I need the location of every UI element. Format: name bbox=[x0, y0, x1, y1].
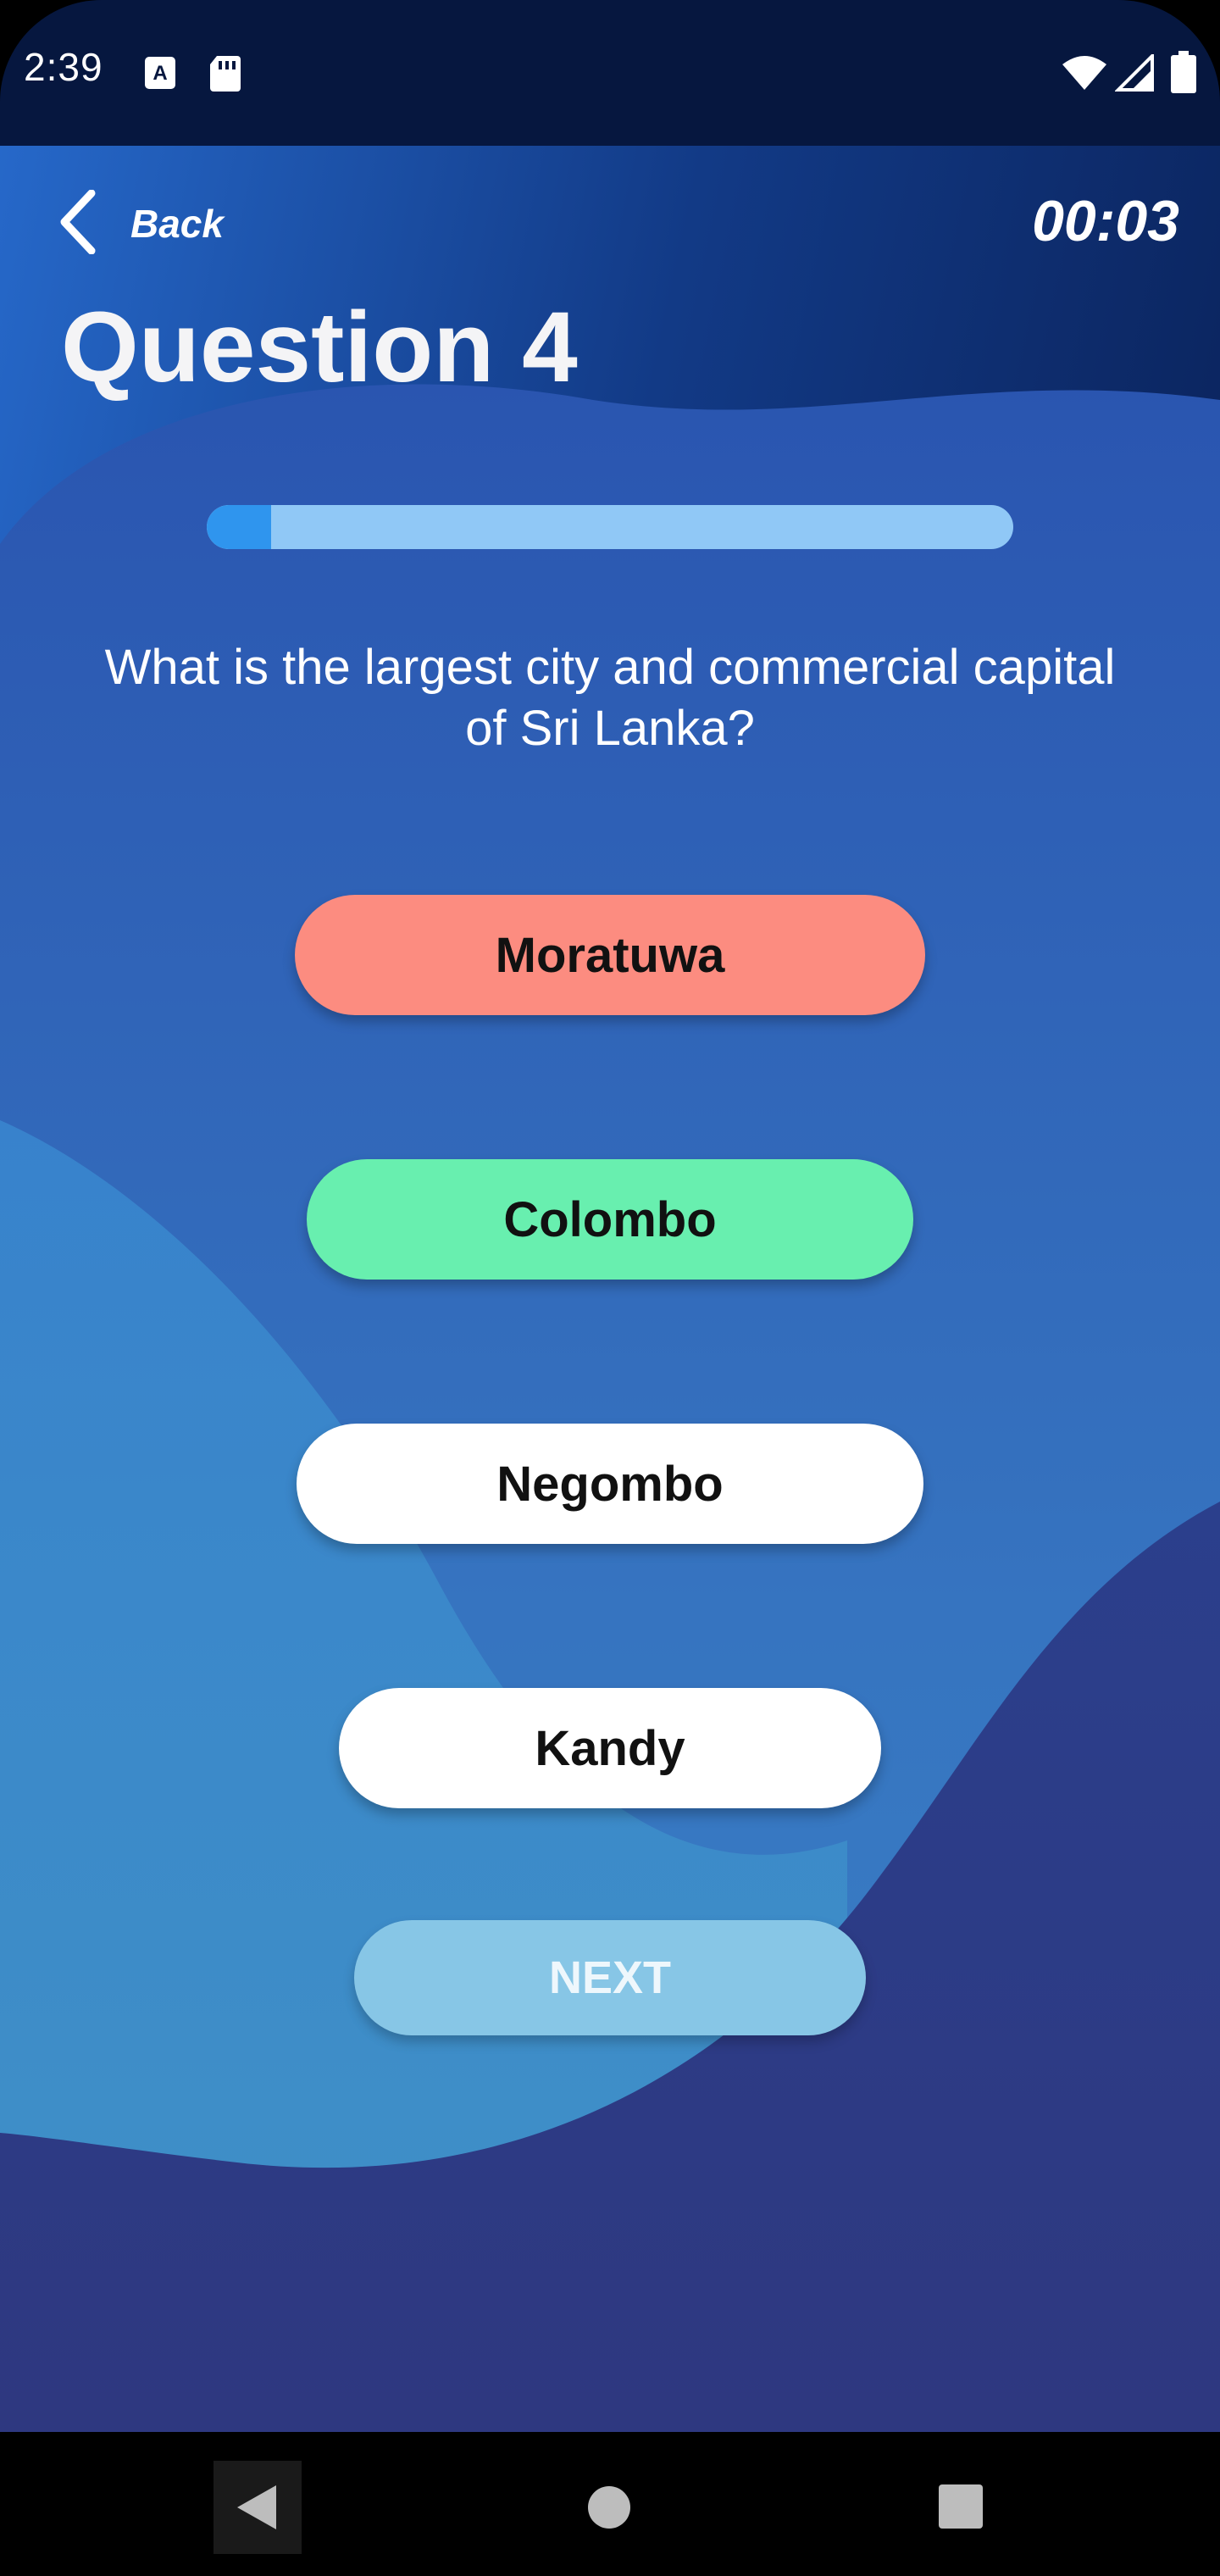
back-label: Back bbox=[130, 202, 224, 246]
svg-text:A: A bbox=[152, 62, 167, 85]
nav-home-icon[interactable] bbox=[588, 2486, 630, 2529]
answer-option-negombo[interactable]: Negombo bbox=[297, 1424, 923, 1544]
countdown-timer: 00:03 bbox=[1032, 189, 1179, 253]
question-title: Question 4 bbox=[61, 291, 578, 403]
quiz-screen: Back 00:03 Question 4 What is the larges… bbox=[0, 146, 1220, 2432]
battery-icon bbox=[1171, 51, 1196, 97]
nav-recents-icon[interactable] bbox=[939, 2484, 983, 2529]
answer-option-kandy[interactable]: Kandy bbox=[339, 1688, 881, 1808]
answer-option-moratuwa[interactable]: Moratuwa bbox=[295, 895, 925, 1015]
chevron-left-icon bbox=[59, 189, 97, 258]
nav-back-icon[interactable] bbox=[214, 2461, 302, 2554]
wave-background bbox=[0, 146, 1220, 2432]
wifi-icon bbox=[1061, 54, 1108, 96]
quiz-progress-fill bbox=[207, 505, 272, 549]
a-keyboard-icon: A bbox=[144, 56, 176, 94]
status-bar: 2:39 A bbox=[0, 0, 1220, 146]
phone-screen: 2:39 A Back 00:03 Question 4 What is the… bbox=[0, 0, 1220, 2576]
status-time: 2:39 bbox=[24, 45, 103, 89]
answer-option-colombo[interactable]: Colombo bbox=[307, 1159, 913, 1280]
back-button[interactable]: Back bbox=[59, 181, 224, 266]
question-text: What is the largest city and commercial … bbox=[104, 640, 1116, 756]
signal-icon bbox=[1114, 52, 1154, 96]
quiz-progress-bar bbox=[207, 505, 1013, 549]
next-button[interactable]: NEXT bbox=[354, 1920, 866, 2035]
system-nav-bar bbox=[0, 2432, 1220, 2576]
sd-card-icon bbox=[208, 54, 242, 96]
